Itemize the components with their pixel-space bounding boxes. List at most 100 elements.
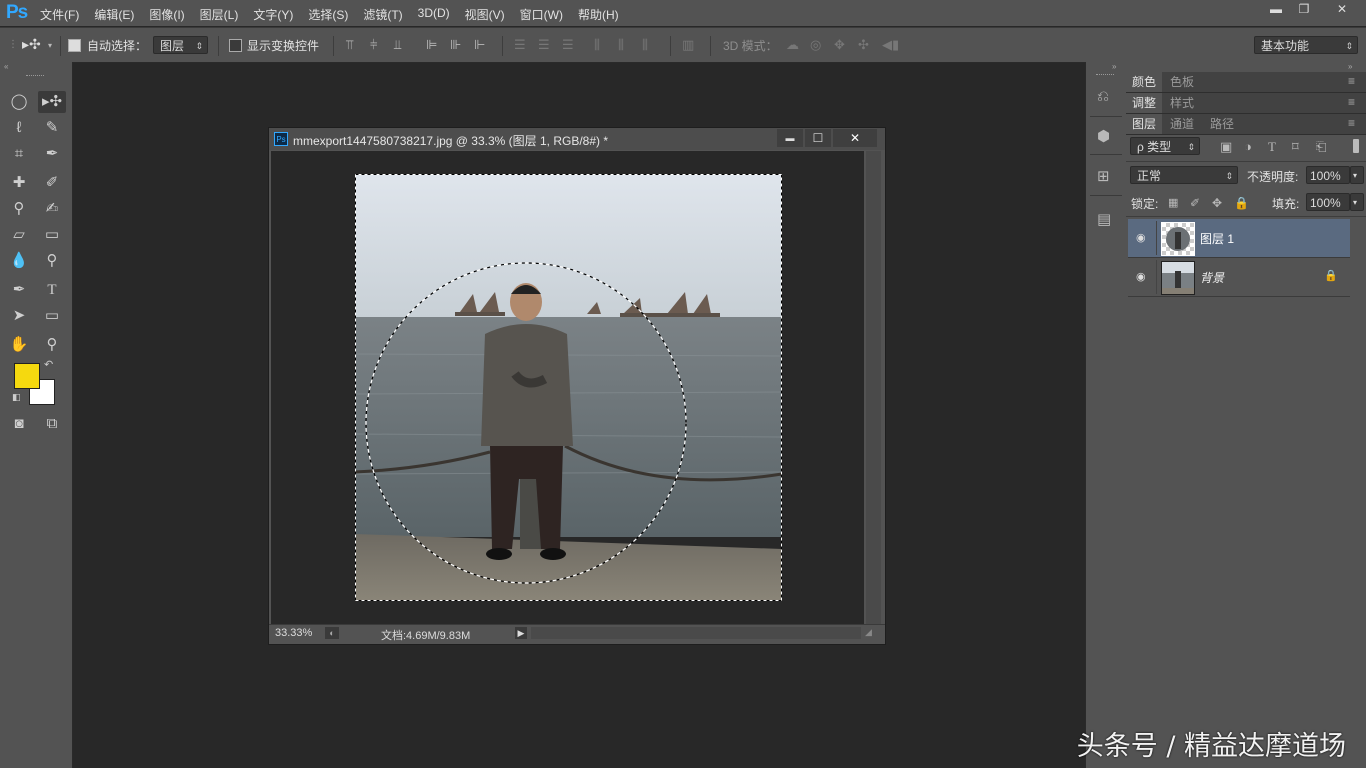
tab-channels[interactable]: 通道 [1164,114,1200,134]
app-minimize-button[interactable]: ▬ [1262,0,1290,18]
workspace-dropdown[interactable]: 基本功能 ⇕ [1254,36,1358,54]
vertical-scrollbar[interactable] [866,151,881,624]
menu-file[interactable]: 文件(F) [40,6,79,23]
3d-rotate-icon[interactable]: ☁ [786,38,799,52]
menu-3d[interactable]: 3D(D) [418,6,450,23]
history-panel-icon[interactable]: ⎌ [1097,89,1109,104]
distribute-right-icon[interactable]: ⫼ [642,38,648,52]
align-right-icon[interactable]: ⊩ [474,38,485,52]
pen-tool-icon[interactable]: ✒ [7,279,31,301]
distribute-left-icon[interactable]: ⫼ [594,38,600,52]
type-tool-icon[interactable]: T [40,279,64,301]
panel-menu-icon[interactable]: ≡ [1348,95,1355,109]
foreground-color-fill[interactable] [14,363,40,389]
tab-adjustments[interactable]: 调整 [1126,93,1163,113]
tab-layers[interactable]: 图层 [1126,114,1163,134]
horizontal-scrollbar[interactable] [531,627,861,639]
menu-filter[interactable]: 滤镜(T) [363,6,402,23]
timeline-panel-icon[interactable]: ▤ [1097,212,1111,227]
align-bottom-icon[interactable]: ⫫ [394,38,401,52]
zoom-tool-icon[interactable]: ⚲ [40,334,64,356]
distribute-top-icon[interactable]: ☰ [514,38,526,52]
tab-styles[interactable]: 样式 [1164,93,1200,113]
doc-close-button[interactable]: ✕ [833,129,877,147]
brush-tool-icon[interactable]: ✐ [40,172,64,194]
menu-image[interactable]: 图像(I) [149,6,184,23]
lock-transparent-icon[interactable]: ▦ [1168,196,1178,210]
resize-grip-icon[interactable]: ◢ [865,627,872,638]
eye-icon[interactable]: ◉ [1136,270,1146,283]
3d-roll-icon[interactable]: ◎ [810,38,821,52]
menu-type[interactable]: 文字(Y) [253,6,293,23]
layer-name[interactable]: 背景 [1200,269,1224,286]
filter-toggle[interactable] [1353,139,1359,153]
distribute-vcenter-icon[interactable]: ☰ [538,38,550,52]
elliptical-marquee-tool-icon[interactable]: ◯ [7,91,31,113]
lock-all-icon[interactable]: 🔒 [1234,196,1249,210]
hand-tool-icon[interactable]: ✋ [7,334,31,356]
tab-paths[interactable]: 路径 [1204,114,1240,134]
app-restore-button[interactable]: ❐ [1290,0,1318,18]
screen-mode-icon[interactable]: ⧉ [40,413,64,435]
tab-color[interactable]: 颜色 [1126,72,1163,92]
collapse-panels-icon[interactable]: » [1348,62,1352,71]
dodge-tool-icon[interactable]: ⚲ [40,250,64,272]
distribute-bottom-icon[interactable]: ☰ [562,38,574,52]
3d-scale-icon[interactable]: ◀▮ [882,38,899,52]
rectangle-tool-icon[interactable]: ▭ [40,305,64,327]
menu-select[interactable]: 选择(S) [308,6,348,23]
auto-select-dropdown[interactable]: 图层 ⇕ [153,36,208,54]
align-hcenter-icon[interactable]: ⊪ [450,38,461,52]
move-tool-icon[interactable]: ▸✣ [38,91,66,113]
blend-mode-dropdown[interactable]: 正常 ⇕ [1130,166,1238,184]
filter-pixel-icon[interactable]: ▣ [1220,140,1232,154]
default-colors-icon[interactable]: ◧ [12,392,21,403]
quick-mask-icon[interactable]: ◙ [7,413,31,435]
document-title-bar[interactable]: Ps mmexport1447580738217.jpg @ 33.3% (图层… [269,128,885,150]
layer-filter-dropdown[interactable]: ρ 类型 ⇕ [1130,137,1200,155]
3d-slide-icon[interactable]: ✣ [858,38,869,52]
doc-minimize-button[interactable]: ▬ [777,129,803,147]
zoom-level[interactable]: 33.33% [275,627,312,639]
lasso-tool-icon[interactable]: ℓ [7,117,31,139]
align-left-icon[interactable]: ⊫ [426,38,437,52]
preset-dropdown-icon[interactable]: ▾ [48,39,52,53]
app-close-button[interactable]: ✕ [1322,0,1362,18]
menu-help[interactable]: 帮助(H) [578,6,619,23]
collapse-icon[interactable]: « [4,62,8,71]
measurement-panel-icon[interactable]: ⊞ [1097,169,1110,184]
align-top-icon[interactable]: ⫪ [346,38,353,52]
history-brush-tool-icon[interactable]: ✍ [40,198,64,220]
canvas-area[interactable] [271,151,864,624]
expand-panels-icon[interactable]: » [1112,62,1116,71]
lock-position-icon[interactable]: ✥ [1212,196,1222,210]
fill-slider-button[interactable]: ▾ [1350,193,1364,211]
lock-image-icon[interactable]: ✐ [1190,196,1200,210]
crop-tool-icon[interactable]: ⌗ [7,143,31,165]
show-transform-checkbox[interactable] [229,39,242,52]
3d-panel-icon[interactable]: ⬢ [1097,129,1110,144]
photo-canvas[interactable] [355,174,782,601]
panel-menu-icon[interactable]: ≡ [1348,74,1355,88]
auto-align-icon[interactable]: ▥ [682,38,694,52]
layer-name[interactable]: 图层 1 [1200,230,1234,247]
fill-input[interactable]: 100% [1306,193,1350,211]
filter-smart-object-icon[interactable]: ⎗ [1316,140,1326,154]
menu-edit[interactable]: 编辑(E) [94,6,134,23]
align-vcenter-icon[interactable]: ⫩ [370,38,377,52]
eyedropper-tool-icon[interactable]: ✒ [40,143,64,165]
filter-shape-icon[interactable]: ⌑ [1292,140,1299,154]
layer-row[interactable]: ◉ 背景 🔒 [1128,258,1350,297]
move-tool-preset-icon[interactable]: ▸✣ [22,37,41,51]
doc-maximize-button[interactable]: ☐ [805,129,831,147]
menu-view[interactable]: 视图(V) [465,6,505,23]
gradient-tool-icon[interactable]: ▭ [40,224,64,246]
menu-window[interactable]: 窗口(W) [520,6,563,23]
filter-adjustment-icon[interactable]: ◑ [1244,140,1252,154]
menu-layer[interactable]: 图层(L) [200,6,239,23]
distribute-hcenter-icon[interactable]: ⫼ [618,38,624,52]
opacity-slider-button[interactable]: ▾ [1350,166,1364,184]
3d-pan-icon[interactable]: ✥ [834,38,845,52]
swap-colors-icon[interactable]: ↶ [44,358,53,371]
layer-row[interactable]: ◉ 图层 1 [1128,219,1350,258]
